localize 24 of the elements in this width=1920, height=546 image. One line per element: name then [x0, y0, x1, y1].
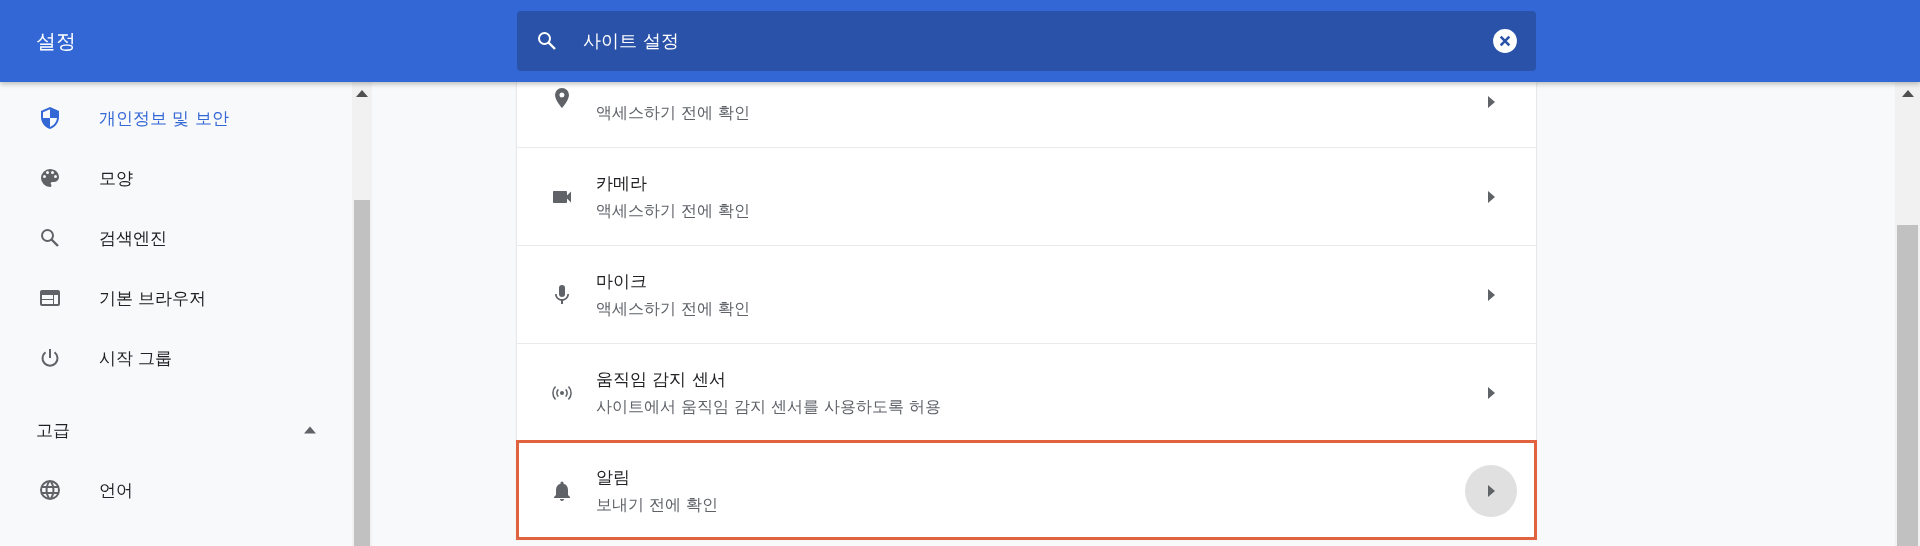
sidebar-item[interactable]: 검색엔진 [0, 208, 352, 268]
search-field[interactable]: 사이트 설정 [517, 11, 1536, 71]
permission-row[interactable]: 마이크 액세스하기 전에 확인 [517, 245, 1536, 343]
advanced-section-toggle[interactable]: 고급 [0, 400, 352, 460]
permission-title: 움직임 감지 센서 [596, 367, 727, 391]
permission-title: 마이크 [596, 269, 648, 293]
permission-row[interactable]: 액세스하기 전에 확인 [517, 82, 1536, 147]
permission-title: 카메라 [596, 171, 648, 195]
permission-description: 보내기 전에 확인 [596, 494, 720, 516]
permission-row[interactable]: 움직임 감지 센서 사이트에서 움직임 감지 센서를 사용하도록 허용 [517, 343, 1536, 441]
search-input[interactable]: 사이트 설정 [581, 29, 1470, 53]
sidebar-item[interactable]: 모양 [0, 148, 352, 208]
sidebar-item[interactable]: 언어 [0, 460, 352, 520]
page-title: 설정 [35, 27, 77, 55]
permission-description: 사이트에서 움직임 감지 센서를 사용하도록 허용 [596, 396, 943, 418]
permission-description: 액세스하기 전에 확인 [596, 200, 752, 222]
permission-description: 액세스하기 전에 확인 [596, 298, 752, 320]
permission-title: 알림 [596, 465, 631, 489]
sidebar-item[interactable]: 시작 그룹 [0, 328, 352, 388]
permission-row[interactable]: 카메라 액세스하기 전에 확인 [517, 147, 1536, 245]
sidebar-item[interactable]: 기본 브라우저 [0, 268, 352, 328]
permission-description: 액세스하기 전에 확인 [596, 103, 752, 124]
sidebar-item[interactable]: 개인정보 및 보안 [0, 88, 352, 148]
highlighted-permission-row[interactable]: 알림 보내기 전에 확인 [517, 441, 1536, 539]
